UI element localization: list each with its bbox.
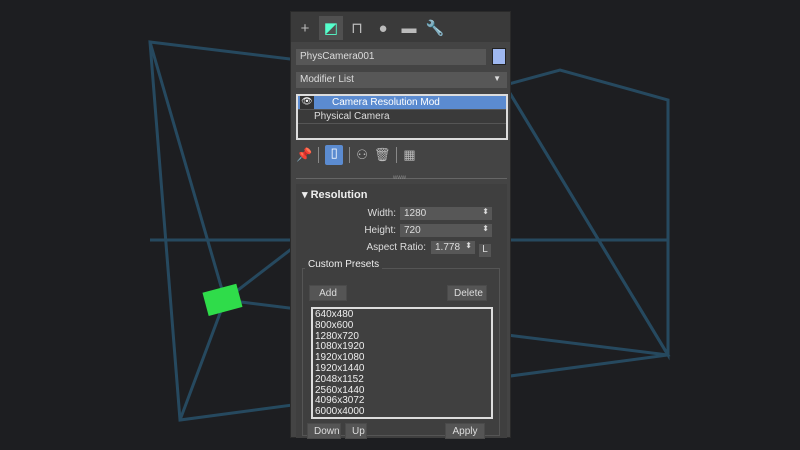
apply-button[interactable]: Apply bbox=[445, 423, 485, 439]
command-panel: + ◩ ⊓ ● ▬ 🔧 PhysCamera001 Modifier List ▼ 👁 Cam… bbox=[290, 11, 511, 439]
height-spinner[interactable]: 720 bbox=[400, 224, 492, 237]
show-end-result-icon[interactable]: ▯ bbox=[325, 145, 344, 165]
preset-item[interactable]: 6000x4000 bbox=[315, 406, 489, 418]
object-color-swatch[interactable] bbox=[492, 48, 506, 65]
object-name-field[interactable]: PhysCamera001 bbox=[296, 49, 486, 65]
width-label: Width: bbox=[367, 208, 396, 219]
aspect-ratio-spinner[interactable]: 1.778 bbox=[431, 241, 475, 254]
width-spinner[interactable]: 1280 bbox=[400, 207, 492, 220]
stack-toolbar: 📌 ▯ ⚇ 🗑 ▦ bbox=[296, 144, 416, 166]
preset-item[interactable]: 2048x1152 bbox=[315, 374, 489, 386]
modifier-list-dropdown[interactable]: Modifier List ▼ bbox=[296, 72, 507, 88]
make-unique-icon[interactable]: ⚇ bbox=[356, 147, 368, 163]
stack-item-camera-resolution-mod[interactable]: 👁 Camera Resolution Mod bbox=[298, 96, 506, 110]
lock-aspect-button[interactable]: L bbox=[479, 244, 491, 257]
configure-modifier-sets-icon[interactable]: ▦ bbox=[403, 147, 415, 163]
chevron-down-icon: ▼ bbox=[493, 74, 501, 83]
panel-tabs: + ◩ ⊓ ● ▬ 🔧 bbox=[291, 12, 510, 42]
resize-grip[interactable]: www bbox=[393, 175, 406, 181]
rollout-header[interactable]: ▾ Resolution bbox=[296, 184, 507, 205]
eye-icon[interactable]: 👁 bbox=[300, 96, 314, 109]
plus-icon[interactable]: + bbox=[293, 16, 317, 40]
remove-modifier-icon[interactable]: 🗑 bbox=[374, 147, 391, 163]
modifier-list-label: Modifier List bbox=[300, 74, 354, 85]
display-icon[interactable]: ▬ bbox=[397, 16, 421, 40]
aspect-ratio-label: Aspect Ratio: bbox=[366, 242, 426, 253]
up-button[interactable]: Up bbox=[345, 423, 367, 439]
add-button[interactable]: Add bbox=[309, 285, 347, 301]
height-label: Height: bbox=[364, 225, 396, 236]
motion-icon[interactable]: ● bbox=[371, 16, 395, 40]
pin-stack-icon[interactable]: 📌 bbox=[296, 147, 312, 163]
utilities-icon[interactable]: 🔧 bbox=[423, 16, 447, 40]
modify-icon[interactable]: ◩ bbox=[319, 16, 343, 40]
custom-presets-title: Custom Presets bbox=[305, 259, 383, 270]
stack-item-physical-camera[interactable]: Physical Camera bbox=[298, 110, 506, 124]
stack-item-label: Physical Camera bbox=[314, 111, 390, 122]
preset-item[interactable]: 800x600 bbox=[315, 320, 489, 332]
presets-list[interactable]: 640x480 800x600 1280x720 1080x1920 1920x1080… bbox=[311, 307, 493, 419]
custom-presets-group: Custom Presets Add Delete 640x480 800x600… bbox=[302, 259, 500, 439]
stack-item-label: Camera Resolution Mod bbox=[332, 97, 440, 108]
modifier-stack: 👁 Camera Resolution Mod Physical Camera bbox=[296, 94, 508, 140]
down-button[interactable]: Down bbox=[307, 423, 341, 439]
delete-button[interactable]: Delete bbox=[447, 285, 487, 301]
resolution-rollout: ▾ Resolution Width: 1280 Height: 720 Asp… bbox=[296, 184, 507, 439]
camera-object bbox=[202, 283, 243, 316]
hierarchy-icon[interactable]: ⊓ bbox=[345, 16, 369, 40]
